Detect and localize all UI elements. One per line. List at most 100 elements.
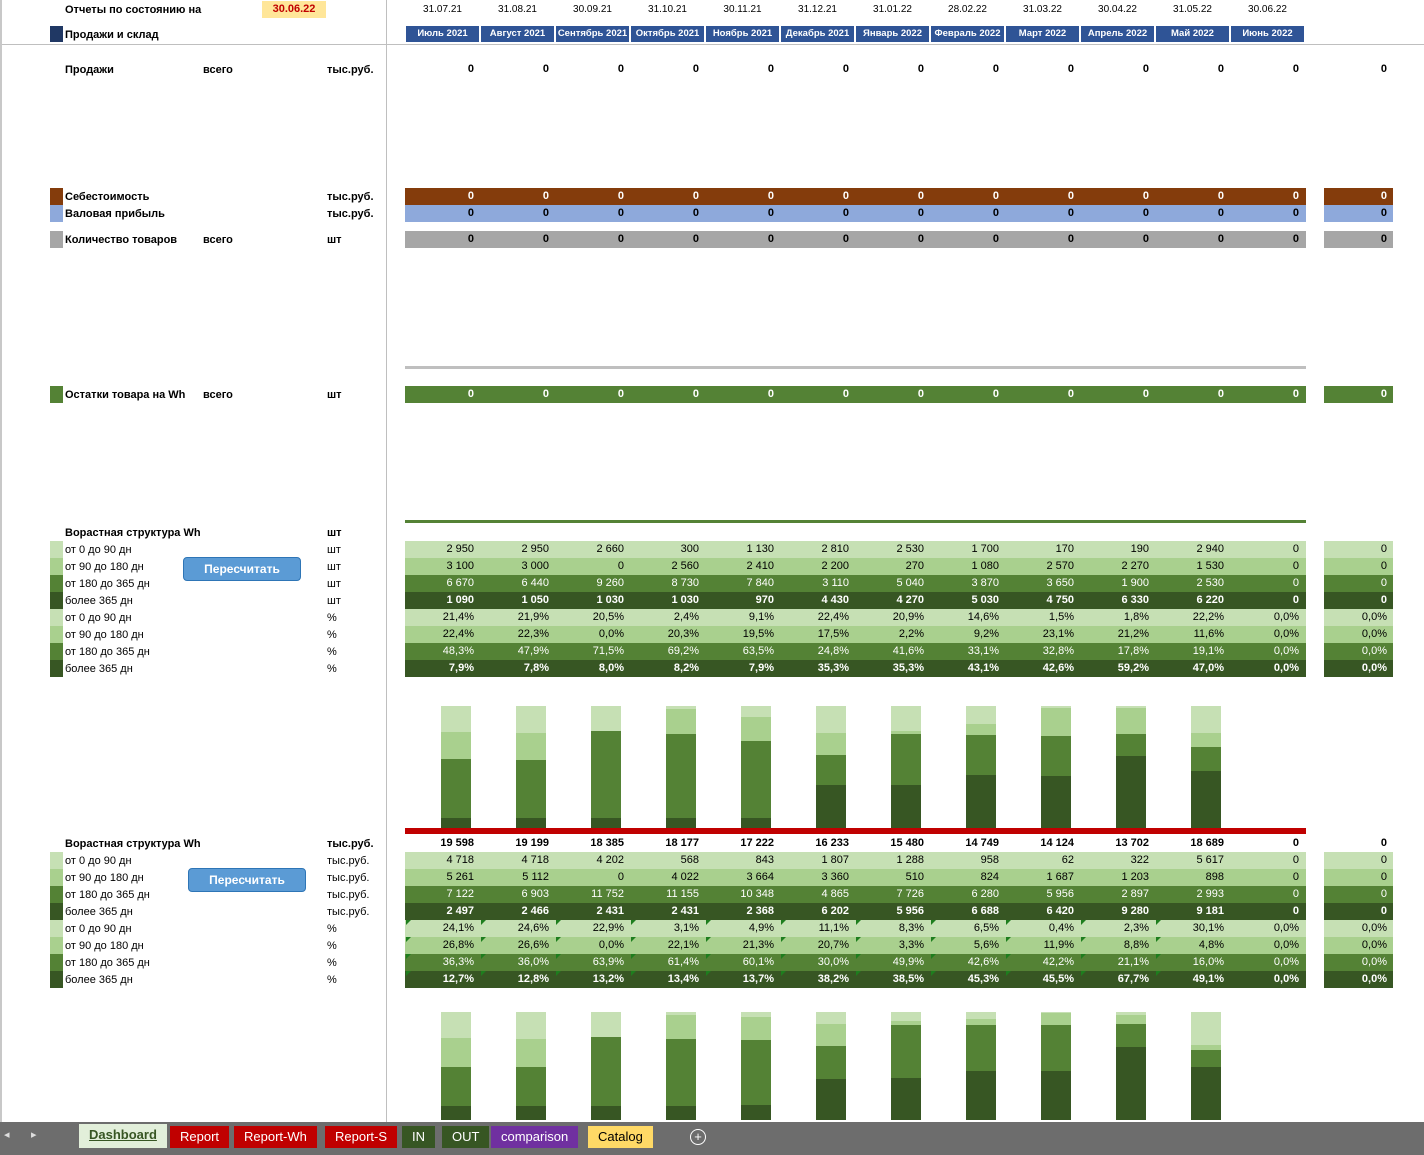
age-cell-value: 6 670 — [446, 577, 474, 589]
age-cell-value: 2 270 — [1121, 560, 1149, 572]
warning-triangle — [1156, 920, 1161, 925]
sheet-tab[interactable]: Report — [170, 1126, 230, 1148]
age-cell-value: 26,6% — [517, 939, 549, 951]
warning-triangle — [706, 920, 711, 925]
chart-bar-segment — [1041, 1012, 1071, 1026]
warning-triangle — [631, 971, 636, 976]
chart-bar-segment — [741, 818, 771, 828]
age-cell-value: 3 664 — [746, 871, 774, 883]
warning-triangle — [931, 954, 936, 959]
age-cell-value: 17,5% — [817, 628, 849, 640]
chart-bar-segment — [1041, 707, 1071, 736]
age-cell-value: 63,9% — [592, 956, 624, 968]
age-cell-value: 510 — [905, 871, 924, 883]
chevron-left-icon[interactable]: ◂ — [4, 1128, 10, 1141]
age-cell-value: 9 280 — [1121, 905, 1149, 917]
age-row-unit: % — [327, 957, 337, 969]
age-cell-value: 11,9% — [1043, 939, 1074, 951]
age-cell-value: 69,2% — [667, 645, 699, 657]
chart-bar-segment — [1116, 755, 1146, 828]
cell-value: 0 — [1217, 207, 1224, 219]
header-date: 31.12.21 — [798, 4, 837, 15]
cell-value: 0 — [1142, 207, 1149, 219]
age-cell-value: 7,9% — [448, 662, 474, 674]
age-cell-value: 5 030 — [971, 594, 999, 606]
chart-bar-segment — [1116, 708, 1146, 735]
age-cell-value: 6 903 — [521, 888, 549, 900]
warning-triangle — [481, 954, 486, 959]
age-cell-value: 4 430 — [821, 594, 849, 606]
sheet-tab[interactable]: OUT — [442, 1126, 490, 1148]
chart-bar-segment — [1191, 733, 1221, 748]
plus-circle-icon[interactable]: + — [690, 1129, 706, 1145]
warning-triangle — [1156, 954, 1161, 959]
age-total-value: 0 — [1292, 837, 1299, 849]
age-cell-value: 60,1% — [742, 956, 774, 968]
age-row-unit: шт — [327, 595, 341, 607]
age-row-label: от 0 до 90 дн — [65, 612, 132, 624]
chart-bar-segment — [666, 817, 696, 828]
chart-bar-segment — [1116, 1012, 1146, 1015]
age-row-swatch — [50, 575, 63, 592]
cell-value: 0 — [767, 388, 774, 400]
section-title: Продажи и склад — [65, 29, 159, 41]
cell-value: 0 — [1292, 388, 1299, 400]
warning-triangle — [1081, 954, 1086, 959]
recalculate-button-rub[interactable]: Пересчитать — [188, 868, 306, 892]
sheet-tab[interactable]: Catalog — [588, 1126, 653, 1148]
age-rub-title: Ворастная структура Wh — [65, 838, 201, 850]
cell-value: 0 — [1142, 190, 1149, 202]
age-cell-value: 5 112 — [522, 871, 549, 883]
header-date: 30.06.22 — [1248, 4, 1287, 15]
age-cell-value: 23,1% — [1042, 628, 1074, 640]
age-row-swatch — [50, 660, 63, 677]
sheet-tab[interactable]: Report-S — [325, 1126, 398, 1148]
chart-bar-segment — [591, 1105, 621, 1120]
age-cell-value: 47,9% — [517, 645, 549, 657]
age-cell-value: 3,3% — [898, 939, 924, 951]
age-row-unit: шт — [327, 561, 341, 573]
chart-bar-segment — [441, 1106, 471, 1120]
age-cell-value: 13,7% — [742, 973, 774, 985]
recalculate-button-qty[interactable]: Пересчитать — [183, 557, 301, 581]
age-cell-value: 42,6% — [967, 956, 999, 968]
left-edge-line — [0, 0, 2, 1122]
sheet-tab[interactable]: Report-Wh — [234, 1126, 317, 1148]
age-row-swatch — [50, 869, 63, 886]
chart-bar-segment — [1191, 1049, 1221, 1067]
sheet-tab[interactable]: Dashboard — [79, 1124, 167, 1148]
age-row-unit: тыс.руб. — [327, 889, 370, 901]
age-cell-value: 0 — [617, 560, 624, 572]
chevron-right-icon[interactable]: ▸ — [31, 1128, 37, 1141]
age-total-value: 19 598 — [440, 837, 474, 849]
age-qty-title: Ворастная структура Wh — [65, 527, 201, 539]
age-cell-value: 22,4% — [817, 611, 849, 623]
chart-bar-segment — [666, 1105, 696, 1120]
age-cell-value: 8,0% — [598, 662, 624, 674]
sheet-tab[interactable]: IN — [402, 1126, 435, 1148]
cell-value: 0 — [467, 190, 474, 202]
chart-bar-segment — [891, 1020, 921, 1025]
chart-bar-segment — [441, 1012, 471, 1039]
warning-triangle — [1156, 937, 1161, 942]
age-cell-value: 5 261 — [446, 871, 474, 883]
chart-bar-segment — [966, 1071, 996, 1120]
age-cell-value: 24,6% — [517, 922, 549, 934]
age-cell-value: 36,3% — [442, 956, 474, 968]
warning-triangle — [1006, 971, 1011, 976]
age-cell-value: 24,1% — [442, 922, 474, 934]
age-cell-value: 4 022 — [671, 871, 699, 883]
age-cell-value: 45,3% — [967, 973, 999, 985]
chart-bar-segment — [891, 731, 921, 735]
age-cell-value: 19,1% — [1192, 645, 1224, 657]
warning-triangle — [1006, 920, 1011, 925]
row-label: Остатки товара на Wh — [65, 389, 186, 401]
report-date[interactable]: 30.06.22 — [262, 1, 326, 18]
column-divider — [386, 0, 387, 1122]
sheet-tab[interactable]: comparison — [491, 1126, 579, 1148]
chart-bar-segment — [816, 1023, 846, 1047]
age-cell-value: 2 950 — [446, 543, 474, 555]
age-cell-value: 1 030 — [671, 594, 699, 606]
warning-triangle — [1006, 954, 1011, 959]
age-cell-value: 7 840 — [746, 577, 774, 589]
